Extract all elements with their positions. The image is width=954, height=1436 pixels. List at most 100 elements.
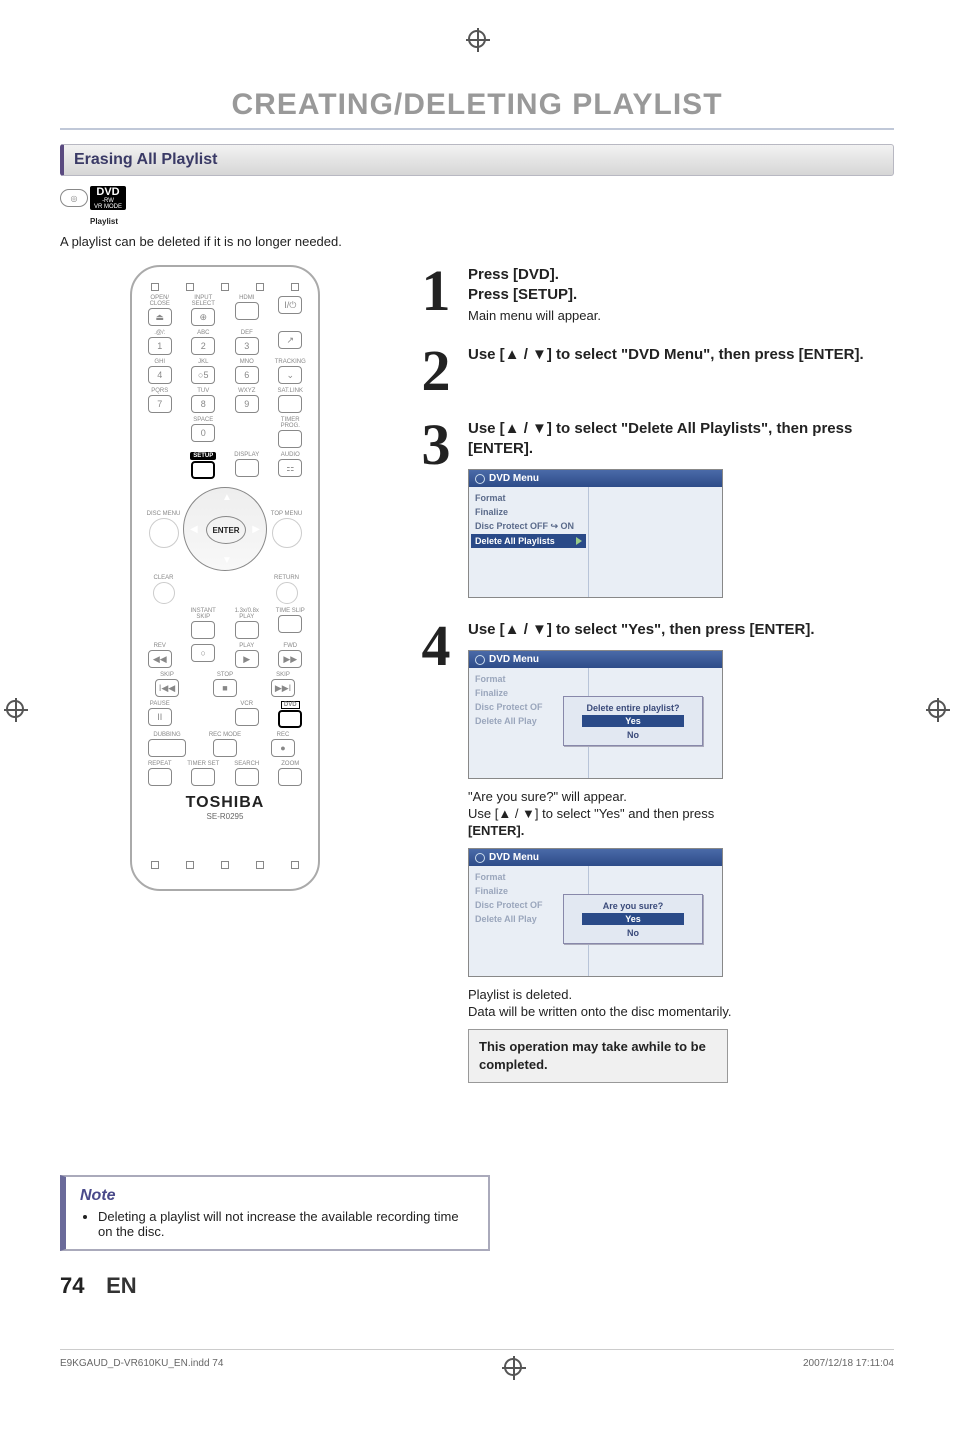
btn-input-select: ⊕ bbox=[191, 308, 215, 326]
nav-up-icon: ▲ bbox=[222, 492, 232, 503]
osd4a-question: Delete entire playlist? bbox=[568, 703, 698, 713]
dvd-sub2: VR MODE bbox=[94, 204, 122, 210]
osd4b-dialog: Are you sure? Yes No bbox=[563, 894, 703, 944]
lbl-setup: SETUP bbox=[190, 452, 216, 460]
osd3-title: DVD Menu bbox=[489, 473, 539, 484]
osd4b-yes: Yes bbox=[582, 913, 684, 925]
lbl-abc: ABC bbox=[197, 330, 209, 336]
lbl-display: DISPLAY bbox=[234, 452, 259, 458]
note-heading: Note bbox=[80, 1187, 474, 1205]
btn-time-slip bbox=[278, 615, 302, 633]
lbl-instant-skip: INSTANT SKIP bbox=[184, 608, 224, 620]
osd3-item-protect: Disc Protect OFF ↪ ON bbox=[471, 519, 586, 534]
lbl-input-select: INPUT SELECT bbox=[184, 295, 224, 307]
btn-4: 4 bbox=[148, 366, 172, 384]
step3-line1: Use [▲ / ▼] to select "Delete All Playli… bbox=[468, 419, 894, 460]
osd-screen-step4b: DVD Menu Format Finalize Disc Protect OF… bbox=[468, 848, 723, 977]
nav-right-icon: ▶ bbox=[252, 524, 260, 535]
btn-9: 9 bbox=[235, 395, 259, 413]
top-register-mark bbox=[60, 30, 894, 48]
btn-timerset bbox=[191, 768, 215, 786]
btn-rev: ◀◀ bbox=[148, 650, 172, 668]
lbl-jkl: JKL bbox=[198, 359, 208, 365]
btn-rec-dot: ○ bbox=[191, 644, 215, 662]
step4-mid3: [ENTER]. bbox=[468, 823, 894, 838]
osd4b-format: Format bbox=[471, 870, 586, 884]
btn-8: 8 bbox=[191, 395, 215, 413]
page-title: CREATING/DELETING PLAYLIST bbox=[60, 88, 894, 130]
step2-line1: Use [▲ / ▼] to select "DVD Menu", then p… bbox=[468, 345, 894, 365]
footer-timestamp: 2007/12/18 17:11:04 bbox=[803, 1358, 894, 1376]
btn-recmode bbox=[213, 739, 237, 757]
btn-skip-next: ▶▶I bbox=[271, 679, 295, 697]
step-1: 1 Press [DVD]. Press [SETUP]. Main menu … bbox=[414, 265, 894, 323]
step-number-2: 2 bbox=[414, 345, 458, 397]
step4-line1: Use [▲ / ▼] to select "Yes", then press … bbox=[468, 620, 894, 640]
lbl-audio: AUDIO bbox=[281, 452, 300, 458]
operation-duration-note: This operation may take awhile to be com… bbox=[468, 1029, 728, 1082]
lbl-mno: MNO bbox=[240, 359, 254, 365]
btn-3: 3 bbox=[235, 337, 259, 355]
lbl-search: SEARCH bbox=[234, 761, 259, 767]
left-register-mark bbox=[6, 700, 26, 720]
lbl-return: RETURN bbox=[274, 575, 299, 581]
osd3-sel-text: Delete All Playlists bbox=[475, 536, 555, 546]
lbl-sym: .@/: bbox=[154, 330, 165, 336]
osd4a-no: No bbox=[582, 729, 684, 741]
lbl-timer-prog: TIMER PROG. bbox=[271, 417, 311, 429]
osd4b-question: Are you sure? bbox=[568, 901, 698, 911]
btn-display bbox=[235, 459, 259, 477]
osd4b-title: DVD Menu bbox=[489, 852, 539, 863]
btn-power: I/⏻ bbox=[278, 296, 302, 314]
osd3-item-format: Format bbox=[471, 491, 586, 505]
osd-screen-step4a: DVD Menu Format Finalize Disc Protect OF… bbox=[468, 650, 723, 779]
model-number: SE-R0295 bbox=[140, 812, 310, 821]
lbl-fwd: FWD bbox=[283, 643, 297, 649]
lbl-space: SPACE bbox=[193, 417, 213, 423]
btn-vcr bbox=[235, 708, 259, 726]
lbl-clear: CLEAR bbox=[153, 575, 173, 581]
btn-fwd: ▶▶ bbox=[278, 650, 302, 668]
lbl-def: DEF bbox=[241, 330, 253, 336]
lbl-play: PLAY bbox=[239, 643, 254, 649]
lbl-ghi: GHI bbox=[154, 359, 165, 365]
lbl-satlink: SAT.LINK bbox=[277, 388, 303, 394]
lbl-skip-r: SKIP bbox=[276, 672, 290, 678]
lbl-disc-menu: DISC MENU bbox=[147, 511, 181, 517]
step1-line2: Press [SETUP]. bbox=[468, 285, 894, 305]
lbl-speed-play: 1.3x/0.8x PLAY bbox=[227, 608, 267, 620]
step-4: 4 Use [▲ / ▼] to select "Yes", then pres… bbox=[414, 620, 894, 1092]
lbl-pause: PAUSE bbox=[150, 701, 170, 707]
step-number-4: 4 bbox=[414, 620, 458, 1092]
btn-disc-menu bbox=[149, 518, 179, 548]
lbl-dubbing: DUBBING bbox=[153, 732, 180, 738]
footer-filename: E9KGAUD_D-VR610KU_EN.indd 74 bbox=[60, 1358, 223, 1376]
disc-icon bbox=[475, 655, 485, 665]
lbl-top-menu: TOP MENU bbox=[271, 511, 302, 517]
btn-instant-skip bbox=[191, 621, 215, 639]
bottom-register-mark bbox=[504, 1358, 522, 1376]
step-number-1: 1 bbox=[414, 265, 458, 323]
step-number-3: 3 bbox=[414, 419, 458, 599]
page-language: EN bbox=[106, 1273, 137, 1298]
lbl-vcr: VCR bbox=[240, 701, 253, 707]
dvd-badge-caption: Playlist bbox=[60, 217, 894, 226]
note-box: Note Deleting a playlist will not increa… bbox=[60, 1175, 490, 1251]
btn-2: 2 bbox=[191, 337, 215, 355]
lbl-stop: STOP bbox=[217, 672, 233, 678]
osd-screen-step3: DVD Menu Format Finalize Disc Protect OF… bbox=[468, 469, 723, 598]
btn-return bbox=[276, 582, 298, 604]
nav-left-icon: ◀ bbox=[190, 524, 198, 535]
btn-1: 1 bbox=[148, 337, 172, 355]
right-register-mark bbox=[928, 700, 948, 720]
osd4a-dialog: Delete entire playlist? Yes No bbox=[563, 696, 703, 746]
dvd-rw-badge: ◎ DVD -RW VR MODE bbox=[60, 186, 126, 210]
lbl-tracking: TRACKING bbox=[275, 359, 306, 365]
brand-logo: TOSHIBA bbox=[140, 794, 310, 812]
step1-line1: Press [DVD]. bbox=[468, 265, 894, 285]
dvd-tag: DVD -RW VR MODE bbox=[90, 186, 126, 210]
lbl-timerset: TIMER SET bbox=[187, 761, 219, 767]
osd4a-format: Format bbox=[471, 672, 586, 686]
osd4a-title: DVD Menu bbox=[489, 654, 539, 665]
btn-0: 0 bbox=[191, 424, 215, 442]
